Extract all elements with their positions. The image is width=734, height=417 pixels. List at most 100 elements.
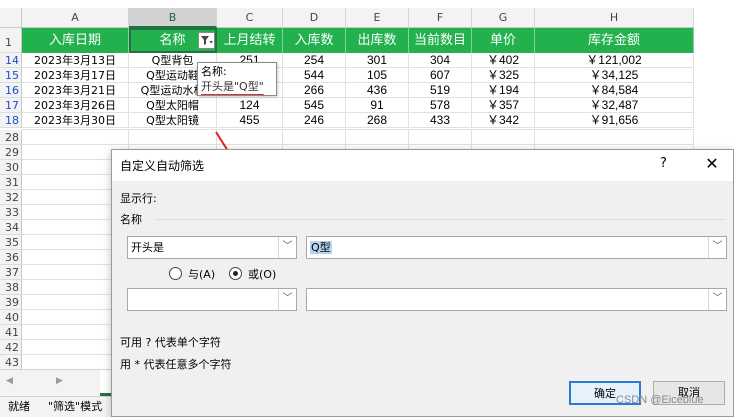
row-header[interactable]: 40 — [0, 310, 22, 325]
header-cell[interactable]: 库存金额 — [535, 28, 694, 53]
table-cell[interactable]: 433 — [409, 113, 472, 128]
row-header[interactable]: 16 — [0, 83, 22, 98]
table-cell[interactable]: 304 — [409, 53, 472, 68]
table-cell[interactable]: 2023年3月26日 — [22, 98, 129, 113]
tab-scroll-left-icon[interactable]: ◀ — [6, 376, 13, 386]
table-cell[interactable]: Q型太阳帽 — [129, 98, 217, 113]
dialog-titlebar: 自定义自动筛选 ? ✕ — [112, 150, 733, 181]
watermark: CSDN @Eiceblue — [616, 394, 704, 406]
column-header[interactable]: G — [472, 8, 535, 28]
close-button[interactable]: ✕ — [701, 153, 723, 175]
row-header[interactable]: 41 — [0, 325, 22, 340]
row-header[interactable]: 29 — [0, 145, 22, 160]
row-header[interactable]: 18 — [0, 113, 22, 128]
row-header[interactable]: 14 — [0, 53, 22, 68]
table-cell[interactable]: 436 — [346, 83, 409, 98]
chevron-down-icon[interactable]: ﹀ — [278, 237, 296, 258]
header-cell[interactable]: 上月结转 — [217, 28, 283, 53]
chevron-down-icon[interactable]: ﹀ — [278, 289, 296, 310]
table-cell[interactable]: 105 — [346, 68, 409, 83]
status-ready: 就绪 — [8, 400, 30, 413]
table-cell[interactable]: ￥34,125 — [535, 68, 694, 83]
table-cell[interactable]: ￥91,656 — [535, 113, 694, 128]
row-header[interactable]: 1 — [0, 28, 22, 53]
table-cell[interactable]: 2023年3月21日 — [22, 83, 129, 98]
header-cell[interactable]: 当前数目 — [409, 28, 472, 53]
table-cell[interactable]: ￥342 — [472, 113, 535, 128]
column-header[interactable]: C — [217, 8, 283, 28]
column-header[interactable]: F — [409, 8, 472, 28]
value2-input[interactable]: ﹀ — [306, 288, 727, 311]
table-cell[interactable]: 266 — [283, 83, 346, 98]
tab-scroll-right-icon[interactable]: ▶ — [56, 376, 63, 386]
table-cell[interactable]: ￥357 — [472, 98, 535, 113]
row-header[interactable]: 28 — [0, 130, 22, 145]
operator2-select[interactable]: ﹀ — [127, 288, 297, 311]
row-header[interactable]: 38 — [0, 280, 22, 295]
table-cell[interactable]: ￥32,487 — [535, 98, 694, 113]
or-radio[interactable] — [229, 267, 242, 280]
column-header[interactable]: E — [346, 8, 409, 28]
table-cell[interactable]: 544 — [283, 68, 346, 83]
table-cell[interactable]: 301 — [346, 53, 409, 68]
value1-input[interactable]: Q型 ﹀ — [306, 236, 727, 259]
wildcard-hint-multi: 用 * 代表任意多个字符 — [120, 358, 232, 371]
row-header[interactable]: 15 — [0, 68, 22, 83]
table-cell[interactable]: 91 — [346, 98, 409, 113]
table-cell[interactable]: 2023年3月30日 — [22, 113, 129, 128]
table-cell[interactable]: ￥121,002 — [535, 53, 694, 68]
filter-dropdown-button[interactable] — [198, 32, 215, 49]
column-header[interactable]: A — [22, 8, 129, 28]
header-cell[interactable]: 出库数 — [346, 28, 409, 53]
row-header[interactable]: 17 — [0, 98, 22, 113]
table-cell[interactable]: 519 — [409, 83, 472, 98]
table-cell[interactable]: Q型太阳镜 — [129, 113, 217, 128]
header-cell[interactable]: 单价 — [472, 28, 535, 53]
row-header[interactable]: 30 — [0, 160, 22, 175]
column-header[interactable]: D — [283, 8, 346, 28]
table-cell[interactable]: 455 — [217, 113, 283, 128]
table-cell[interactable]: ￥194 — [472, 83, 535, 98]
custom-autofilter-dialog: 自定义自动筛选 ? ✕ 显示行: 名称 开头是 ﹀ Q型 ﹀ 与(A) 或(O)… — [111, 149, 734, 417]
table-cell[interactable]: 607 — [409, 68, 472, 83]
grid-line — [22, 129, 694, 130]
table-cell[interactable]: 268 — [346, 113, 409, 128]
operator1-select[interactable]: 开头是 ﹀ — [127, 236, 297, 259]
or-radio-label[interactable]: 或(O) — [248, 266, 276, 282]
row-header[interactable]: 36 — [0, 250, 22, 265]
tooltip-title: 名称: — [201, 65, 227, 78]
and-radio[interactable] — [169, 267, 182, 280]
help-button[interactable]: ? — [660, 156, 667, 171]
table-cell[interactable]: ￥325 — [472, 68, 535, 83]
column-header[interactable]: H — [535, 8, 694, 28]
table-cell[interactable]: 578 — [409, 98, 472, 113]
value1-text: Q型 — [310, 241, 332, 254]
row-header[interactable]: 39 — [0, 295, 22, 310]
table-cell[interactable]: 246 — [283, 113, 346, 128]
row-header[interactable]: 35 — [0, 235, 22, 250]
chevron-down-icon[interactable]: ﹀ — [708, 237, 726, 258]
table-cell[interactable]: ￥402 — [472, 53, 535, 68]
row-header[interactable]: 33 — [0, 205, 22, 220]
chevron-down-icon[interactable]: ﹀ — [708, 289, 726, 310]
row-header[interactable]: 32 — [0, 190, 22, 205]
row-header[interactable]: 31 — [0, 175, 22, 190]
header-cell[interactable]: 入库日期 — [22, 28, 129, 53]
and-radio-label[interactable]: 与(A) — [188, 266, 215, 282]
filter-tooltip: 名称: 开头是"Q型" — [197, 62, 277, 96]
row-header[interactable]: 34 — [0, 220, 22, 235]
row-header[interactable]: 37 — [0, 265, 22, 280]
row-header[interactable]: 43 — [0, 355, 22, 370]
table-cell[interactable]: 2023年3月13日 — [22, 53, 129, 68]
table-cell[interactable]: 2023年3月17日 — [22, 68, 129, 83]
table-cell[interactable]: ￥84,584 — [535, 83, 694, 98]
dialog-title: 自定义自动筛选 — [120, 159, 205, 173]
row-header[interactable]: 42 — [0, 340, 22, 355]
table-cell[interactable]: 545 — [283, 98, 346, 113]
table-cell[interactable]: 254 — [283, 53, 346, 68]
column-header[interactable]: B — [129, 8, 217, 28]
table-cell[interactable]: 124 — [217, 98, 283, 113]
header-cell[interactable]: 入库数 — [283, 28, 346, 53]
select-all-corner[interactable] — [0, 8, 22, 28]
status-filter-mode: "筛选"模式 — [48, 400, 103, 413]
